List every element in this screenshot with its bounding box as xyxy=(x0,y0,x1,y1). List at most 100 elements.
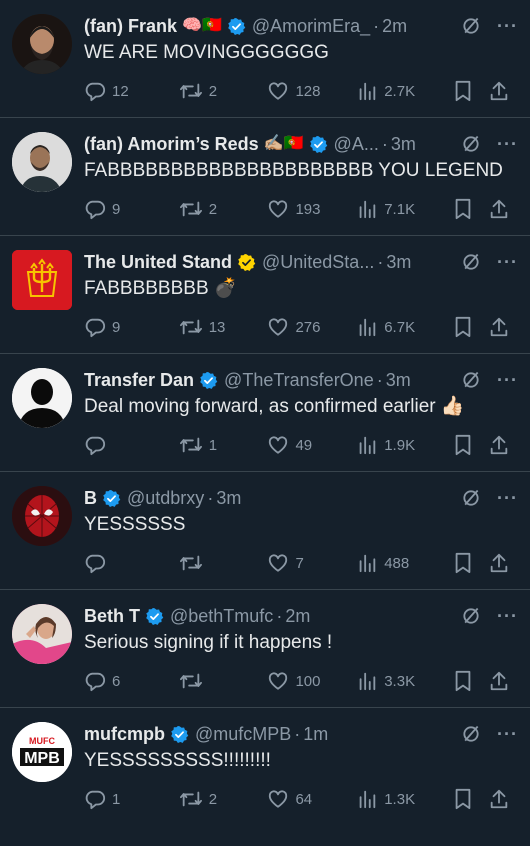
timestamp[interactable]: 1m xyxy=(303,722,328,746)
bookmark-button[interactable] xyxy=(453,316,489,338)
display-name[interactable]: (fan) Frank xyxy=(84,14,177,38)
tweet[interactable]: MUFC MPB mufcmpb @mufcMPB · 1m ··· YESSS… xyxy=(0,708,530,846)
view-count: 1.3K xyxy=(384,790,416,808)
retweet-button[interactable] xyxy=(179,552,268,574)
like-count: 64 xyxy=(295,790,313,808)
handle[interactable]: @bethTmufc xyxy=(170,604,273,628)
share-button[interactable] xyxy=(488,198,518,220)
avatar[interactable] xyxy=(12,250,72,310)
grok-icon[interactable] xyxy=(461,606,481,626)
more-options-icon[interactable]: ··· xyxy=(497,722,518,746)
tweet[interactable]: Transfer Dan @TheTransferOne · 3m ··· De… xyxy=(0,354,530,472)
display-name[interactable]: (fan) Amorim’s Reds xyxy=(84,132,259,156)
bookmark-button[interactable] xyxy=(453,670,489,692)
views-button[interactable]: 488 xyxy=(356,552,453,574)
grok-icon[interactable] xyxy=(461,370,481,390)
tweet[interactable]: B @utdbrxy · 3m ··· YESSSSSS 7 488 xyxy=(0,472,530,590)
views-button[interactable]: 1.3K xyxy=(356,788,453,810)
like-button[interactable]: 49 xyxy=(267,434,356,456)
tweet[interactable]: Beth T @bethTmufc · 2m ··· Serious signi… xyxy=(0,590,530,708)
bookmark-button[interactable] xyxy=(453,434,489,456)
views-button[interactable]: 6.7K xyxy=(356,316,453,338)
display-name[interactable]: The United Stand xyxy=(84,250,232,274)
like-button[interactable]: 128 xyxy=(267,80,356,102)
display-name[interactable]: B xyxy=(84,486,97,510)
grok-icon[interactable] xyxy=(461,134,481,154)
reply-button[interactable]: 6 xyxy=(84,670,179,692)
separator-dot: · xyxy=(377,252,384,272)
grok-icon[interactable] xyxy=(461,252,481,272)
avatar[interactable] xyxy=(12,486,72,546)
like-button[interactable]: 7 xyxy=(267,552,356,574)
views-button[interactable]: 7.1K xyxy=(356,198,453,220)
more-options-icon[interactable]: ··· xyxy=(497,486,518,510)
avatar[interactable]: MUFC MPB xyxy=(12,722,72,782)
handle[interactable]: @AmorimEra_ xyxy=(252,14,370,38)
handle[interactable]: @TheTransferOne xyxy=(224,368,374,392)
like-count: 193 xyxy=(295,200,321,218)
retweet-button[interactable]: 13 xyxy=(179,316,268,338)
avatar[interactable] xyxy=(12,132,72,192)
timestamp[interactable]: 3m xyxy=(386,250,411,274)
timestamp[interactable]: 2m xyxy=(382,14,407,38)
share-button[interactable] xyxy=(488,80,518,102)
share-button[interactable] xyxy=(488,316,518,338)
retweet-button[interactable] xyxy=(179,670,268,692)
retweet-button[interactable]: 1 xyxy=(179,434,268,456)
avatar[interactable] xyxy=(12,368,72,428)
like-button[interactable]: 100 xyxy=(267,670,356,692)
grok-icon[interactable] xyxy=(461,16,481,36)
views-button[interactable]: 2.7K xyxy=(356,80,453,102)
reply-button[interactable]: 9 xyxy=(84,316,179,338)
tweet[interactable]: The United Stand @UnitedSta... · 3m ··· … xyxy=(0,236,530,354)
avatar[interactable] xyxy=(12,604,72,664)
like-button[interactable]: 193 xyxy=(267,198,356,220)
timestamp[interactable]: 3m xyxy=(391,132,416,156)
like-button[interactable]: 276 xyxy=(267,316,356,338)
retweet-button[interactable]: 2 xyxy=(179,198,268,220)
tweet-text: WE ARE MOVINGGGGGGG xyxy=(84,42,329,63)
timestamp[interactable]: 3m xyxy=(386,368,411,392)
share-button[interactable] xyxy=(488,552,518,574)
views-button[interactable]: 1.9K xyxy=(356,434,453,456)
tweet[interactable]: (fan) Amorim’s Reds ✍🏼🇵🇹 @A... · 3m ··· … xyxy=(0,118,530,236)
tweet-header: (fan) Frank 🧠🇵🇹 @AmorimEra_ · 2m ··· xyxy=(84,14,518,38)
more-options-icon[interactable]: ··· xyxy=(497,132,518,156)
timestamp[interactable]: 2m xyxy=(285,604,310,628)
bookmark-button[interactable] xyxy=(453,198,489,220)
more-options-icon[interactable]: ··· xyxy=(497,14,518,38)
more-options-icon[interactable]: ··· xyxy=(497,368,518,392)
views-button[interactable]: 3.3K xyxy=(356,670,453,692)
reply-button[interactable]: 12 xyxy=(84,80,179,102)
timestamp[interactable]: 3m xyxy=(216,486,241,510)
avatar[interactable] xyxy=(12,14,72,74)
share-button[interactable] xyxy=(488,670,518,692)
grok-icon[interactable] xyxy=(461,724,481,744)
reply-count: 9 xyxy=(112,318,121,336)
bookmark-button[interactable] xyxy=(453,80,489,102)
more-options-icon[interactable]: ··· xyxy=(497,250,518,274)
share-button[interactable] xyxy=(488,788,518,810)
handle[interactable]: @utdbrxy xyxy=(127,486,204,510)
tweet[interactable]: (fan) Frank 🧠🇵🇹 @AmorimEra_ · 2m ··· WE … xyxy=(0,0,530,118)
display-name[interactable]: Beth T xyxy=(84,604,140,628)
reply-button[interactable] xyxy=(84,434,179,456)
retweet-button[interactable]: 2 xyxy=(179,788,268,810)
display-name[interactable]: Transfer Dan xyxy=(84,368,194,392)
like-button[interactable]: 64 xyxy=(267,788,356,810)
more-options-icon[interactable]: ··· xyxy=(497,604,518,628)
bookmark-icon xyxy=(455,80,471,102)
retweet-button[interactable]: 2 xyxy=(179,80,268,102)
display-name[interactable]: mufcmpb xyxy=(84,722,165,746)
tweet-actions: 1 49 1.9K xyxy=(84,420,518,470)
reply-button[interactable]: 1 xyxy=(84,788,179,810)
bookmark-button[interactable] xyxy=(453,552,489,574)
handle[interactable]: @UnitedSta... xyxy=(262,250,374,274)
grok-icon[interactable] xyxy=(461,488,481,508)
handle[interactable]: @mufcMPB xyxy=(195,722,291,746)
bookmark-button[interactable] xyxy=(453,788,489,810)
reply-button[interactable] xyxy=(84,552,179,574)
share-button[interactable] xyxy=(488,434,518,456)
reply-button[interactable]: 9 xyxy=(84,198,179,220)
handle[interactable]: @A... xyxy=(334,132,379,156)
